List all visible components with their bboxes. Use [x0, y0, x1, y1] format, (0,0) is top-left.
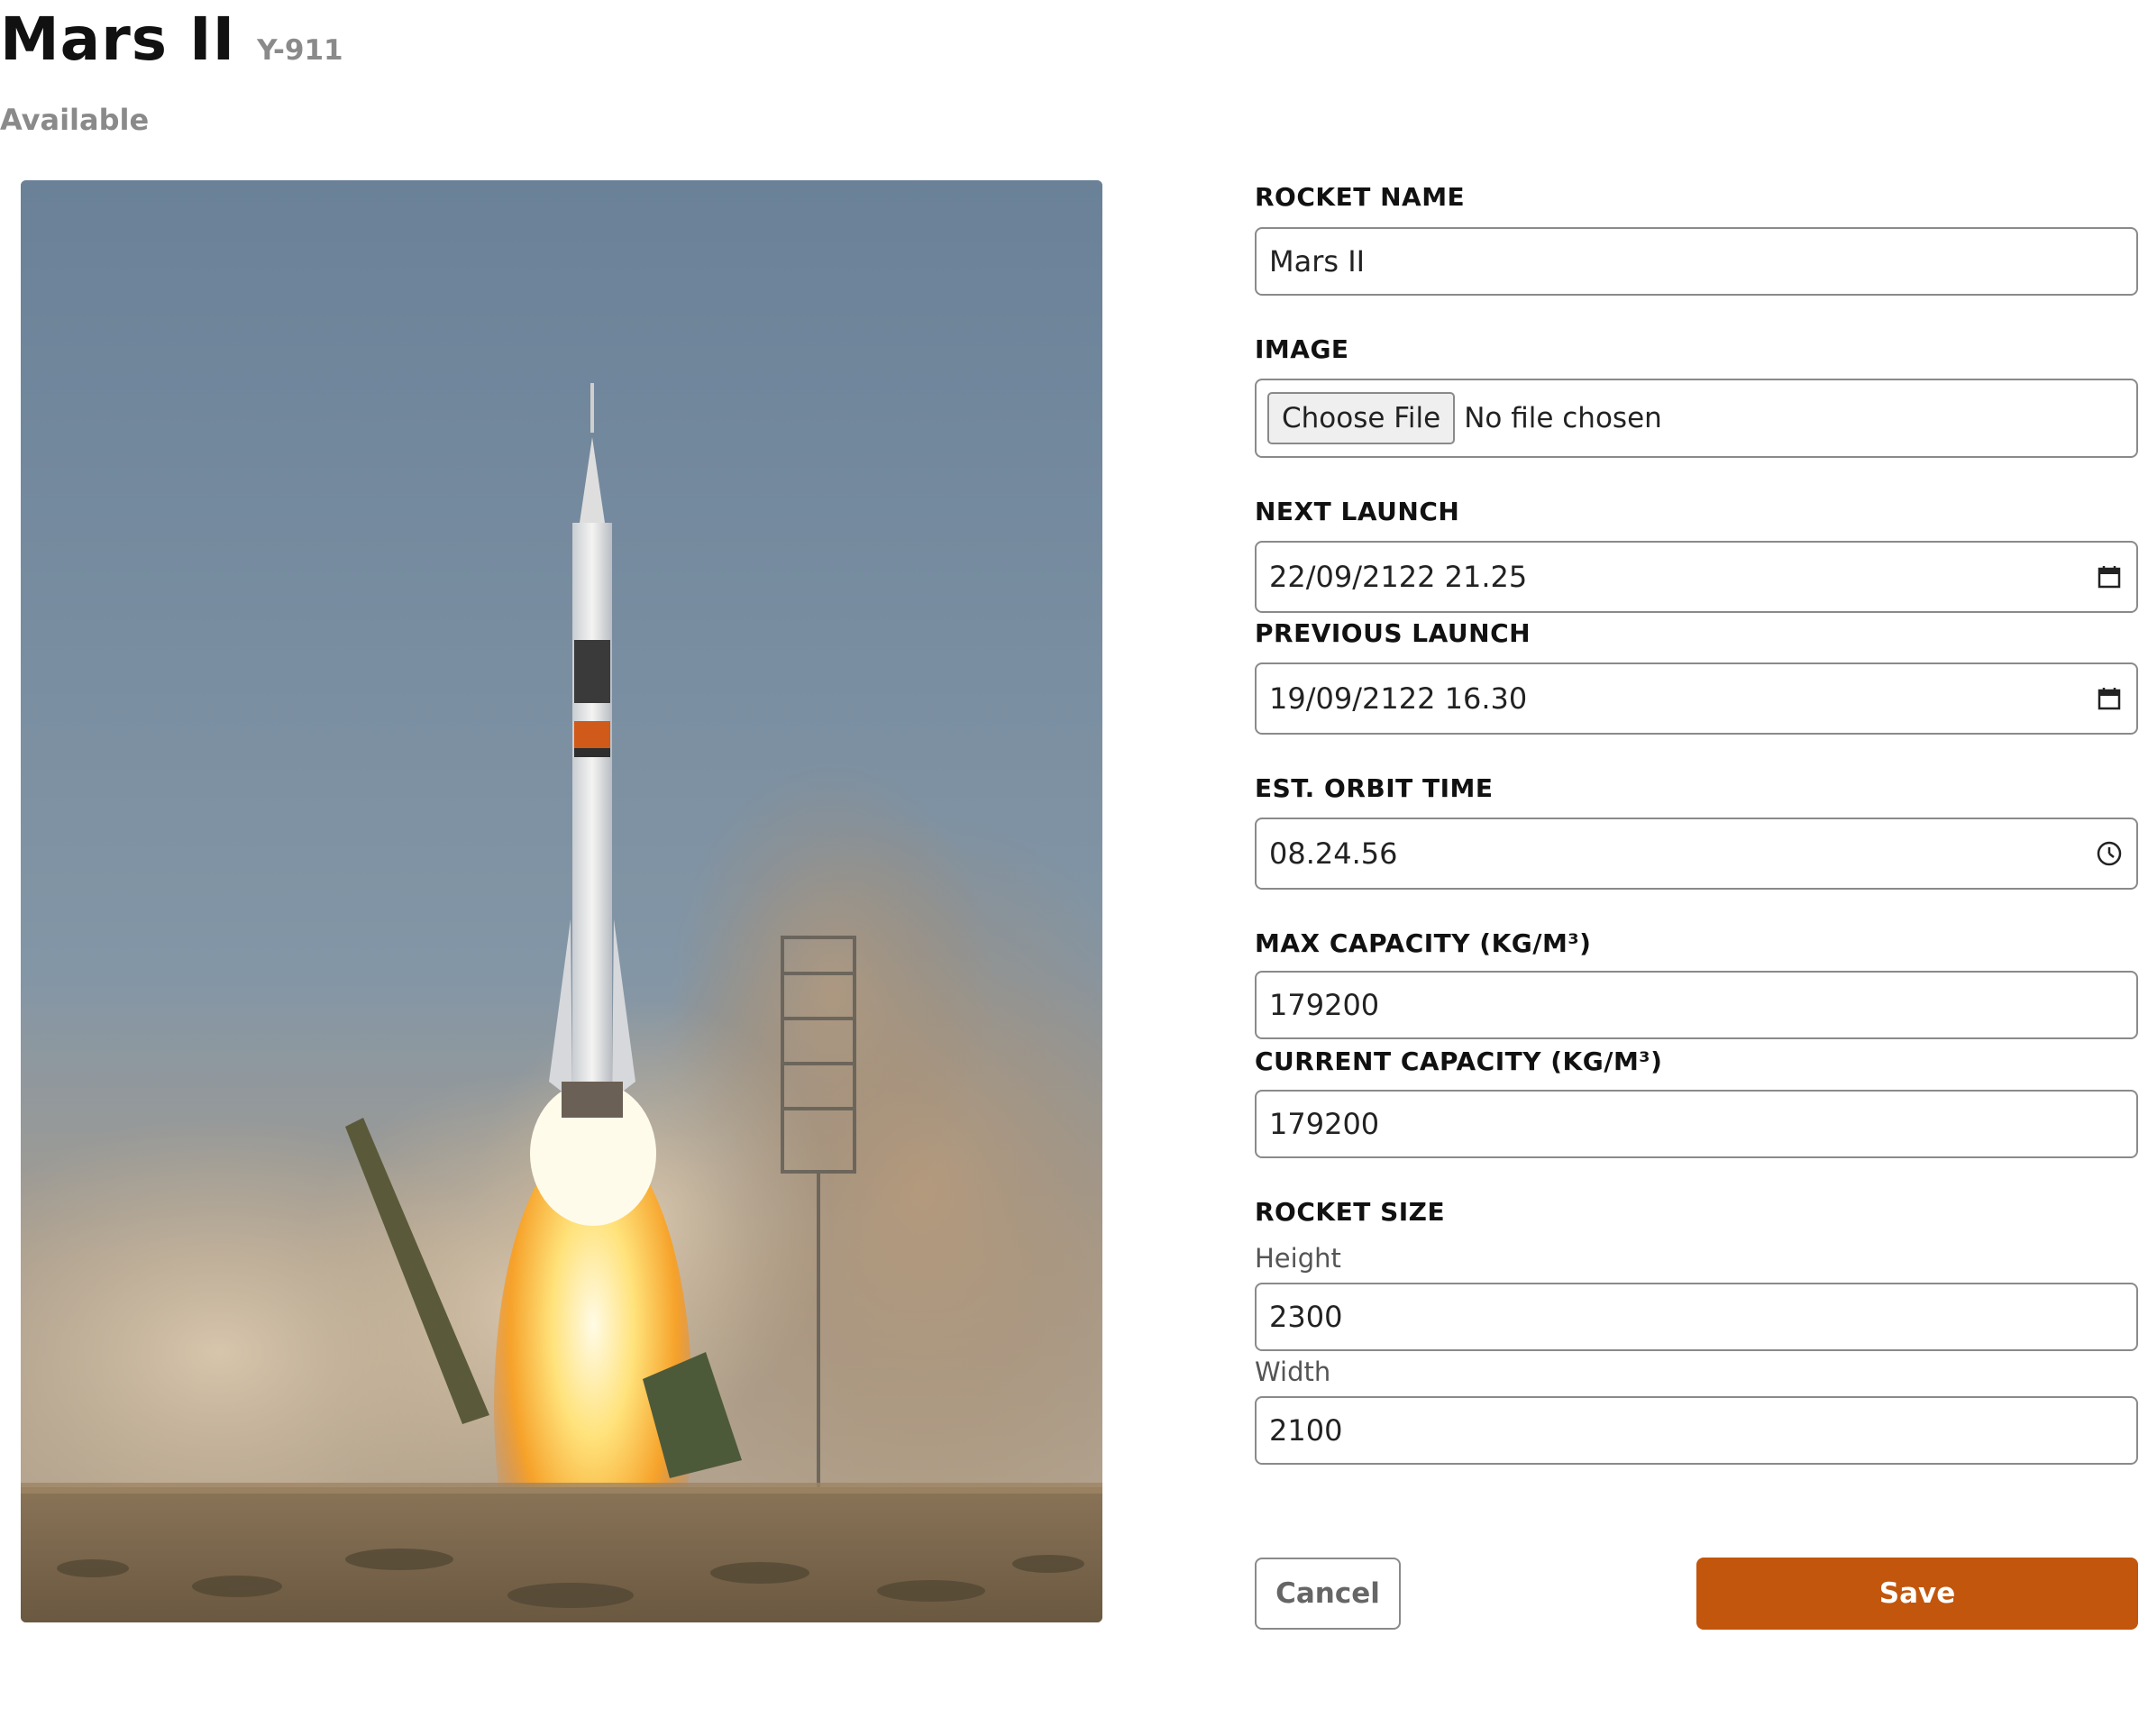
max-capacity-label: MAX CAPACITY (KG/M³) — [1255, 928, 1592, 958]
save-button[interactable]: Save — [1696, 1558, 2138, 1630]
next-launch-label: NEXT LAUNCH — [1255, 497, 1460, 526]
rocket-name-label: ROCKET NAME — [1255, 182, 1466, 212]
choose-file-button[interactable]: Choose File — [1267, 392, 1456, 444]
title-row: Mars II Y-911 — [0, 4, 343, 76]
orbit-time-input[interactable]: 08.24.56 — [1255, 818, 2138, 890]
calendar-icon[interactable] — [2095, 684, 2124, 713]
orbit-time-label: EST. ORBIT TIME — [1255, 773, 1494, 803]
current-capacity-value: 179200 — [1269, 1107, 1380, 1141]
current-capacity-label: CURRENT CAPACITY (KG/M³) — [1255, 1046, 1663, 1076]
height-label: Height — [1255, 1243, 1341, 1274]
image-label: IMAGE — [1255, 334, 1349, 364]
rocket-launch-image — [21, 180, 1102, 1622]
current-capacity-input[interactable]: 179200 — [1255, 1090, 2138, 1158]
next-launch-input[interactable]: 22/09/2122 21.25 — [1255, 541, 2138, 613]
width-input[interactable]: 2100 — [1255, 1396, 2138, 1465]
clock-icon[interactable] — [2095, 839, 2124, 868]
rocket-size-label: ROCKET SIZE — [1255, 1197, 1446, 1227]
next-launch-value: 22/09/2122 21.25 — [1269, 560, 1528, 594]
height-input[interactable]: 2300 — [1255, 1283, 2138, 1351]
previous-launch-label: PREVIOUS LAUNCH — [1255, 618, 1531, 648]
previous-launch-input[interactable]: 19/09/2122 16.30 — [1255, 662, 2138, 735]
image-file-input[interactable]: Choose File No file chosen — [1255, 379, 2138, 458]
rocket-name-value: Mars II — [1269, 244, 1366, 279]
cancel-button[interactable]: Cancel — [1255, 1558, 1401, 1630]
max-capacity-input[interactable]: 179200 — [1255, 971, 2138, 1039]
file-status-text: No file chosen — [1464, 402, 1662, 434]
calendar-icon[interactable] — [2095, 562, 2124, 591]
rocket-launch-illustration — [21, 180, 1102, 1622]
rocket-name-input[interactable]: Mars II — [1255, 227, 2138, 296]
previous-launch-value: 19/09/2122 16.30 — [1269, 681, 1528, 716]
max-capacity-value: 179200 — [1269, 988, 1380, 1022]
rocket-serial: Y-911 — [257, 34, 343, 67]
page-title: Mars II — [0, 5, 236, 74]
rocket-edit-form: ROCKET NAME Mars II IMAGE Choose File No… — [1255, 0, 2140, 1736]
status-text: Available — [0, 103, 150, 137]
width-value: 2100 — [1269, 1413, 1343, 1448]
width-label: Width — [1255, 1357, 1331, 1387]
height-value: 2300 — [1269, 1300, 1343, 1334]
orbit-time-value: 08.24.56 — [1269, 836, 1398, 871]
